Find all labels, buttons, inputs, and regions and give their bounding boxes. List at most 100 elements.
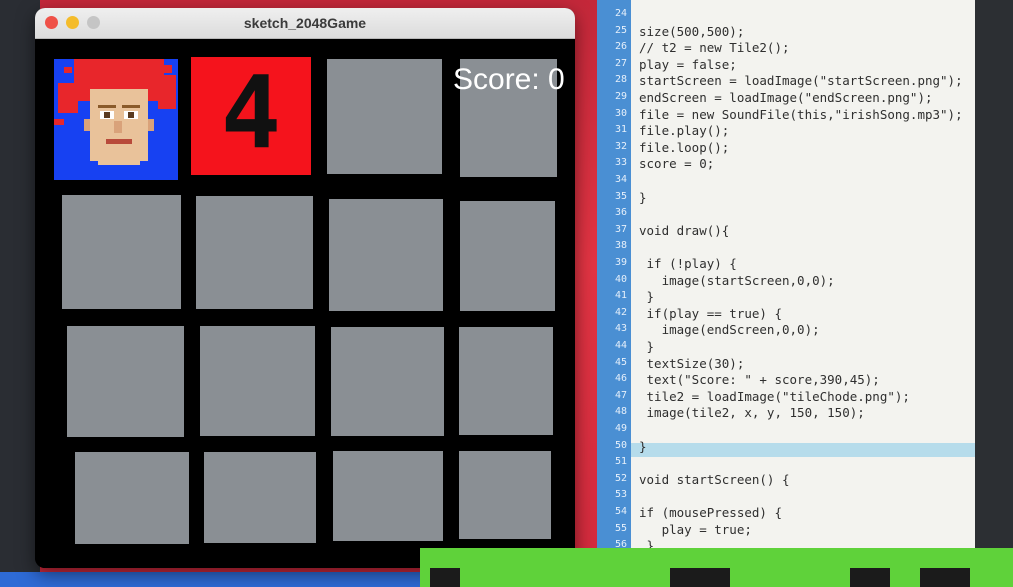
line-number: 55 xyxy=(614,522,627,534)
code-line[interactable]: 34 xyxy=(597,172,975,189)
line-number: 26 xyxy=(614,41,627,53)
line-number: 38 xyxy=(614,240,627,252)
code-line[interactable]: 32 file.loop(); xyxy=(597,139,975,156)
code-line[interactable]: 44 } xyxy=(597,338,975,355)
code-text: // t2 = new Tile2(); xyxy=(639,40,790,56)
tile-r2-c2 xyxy=(196,196,313,309)
code-line[interactable]: 52 void startScreen() { xyxy=(597,471,975,488)
code-text: endScreen = loadImage("endScreen.png"); xyxy=(639,90,933,105)
line-number: 37 xyxy=(614,223,627,235)
code-editor[interactable]: 24 25 size(500,500); 26 // t2 = new Tile2();… xyxy=(597,0,975,572)
tile-r3-c3 xyxy=(331,327,444,436)
code-line[interactable]: 54 if (mousePressed) { xyxy=(597,504,975,521)
code-line[interactable]: 29 endScreen = loadImage("endScreen.png")… xyxy=(597,89,975,106)
code-text: if(play == true) { xyxy=(639,305,782,321)
line-number: 51 xyxy=(614,456,627,468)
line-number: 50 xyxy=(614,439,627,451)
game-canvas[interactable]: 4 Score: 0 xyxy=(35,39,575,568)
code-text: tile2 = loadImage("tileChode.png"); xyxy=(639,388,910,404)
code-line[interactable]: 42 if(play == true) { xyxy=(597,305,975,322)
code-line[interactable]: 31 file.play(); xyxy=(597,122,975,139)
line-number: 47 xyxy=(614,389,627,401)
background-green-sign xyxy=(420,548,1013,587)
sketch-window: sketch_2048Game 4 Score: 0 xyxy=(35,8,575,568)
code-text: image(tile2, x, y, 150, 150); xyxy=(639,405,865,421)
code-line[interactable]: 39 if (!play) { xyxy=(597,255,975,272)
line-number: 44 xyxy=(614,340,627,351)
desktop-dark-strip xyxy=(0,0,40,587)
tile-r1-c3 xyxy=(327,59,442,174)
code-line[interactable]: 26 // t2 = new Tile2(); xyxy=(597,39,975,56)
line-number: 49 xyxy=(614,423,627,434)
code-line[interactable]: 51 xyxy=(597,454,975,471)
line-number: 54 xyxy=(614,506,627,517)
code-line[interactable]: 38 xyxy=(597,238,975,255)
code-line[interactable]: 53 xyxy=(597,487,975,504)
tile-r3-c2 xyxy=(200,326,315,436)
line-number: 48 xyxy=(614,406,627,418)
code-line[interactable]: 49 xyxy=(597,421,975,438)
code-text: file = new SoundFile(this,"irishSong.mp3… xyxy=(639,106,963,122)
code-line[interactable]: 35} xyxy=(597,189,975,206)
line-number: 33 xyxy=(614,157,627,169)
line-number: 24 xyxy=(614,8,627,19)
code-text: play = true; xyxy=(639,521,752,537)
line-number: 29 xyxy=(614,91,627,102)
code-line[interactable]: 47 tile2 = loadImage("tileChode.png"); xyxy=(597,388,975,405)
score-text: Score: 0 xyxy=(453,63,565,96)
code-line[interactable]: 27 play = false; xyxy=(597,56,975,73)
code-text: } xyxy=(639,438,647,454)
code-line[interactable]: 43 image(endScreen,0,0); xyxy=(597,321,975,338)
face-icon xyxy=(54,59,176,165)
code-text: } xyxy=(639,189,647,205)
code-line[interactable]: 25 size(500,500); xyxy=(597,23,975,40)
tile-r2-c3 xyxy=(329,199,443,311)
tile-r3-c1 xyxy=(67,326,184,437)
code-line[interactable]: 37 void draw(){ xyxy=(597,222,975,239)
code-line[interactable]: 33 score = 0; xyxy=(597,155,975,172)
code-line[interactable]: 41 } xyxy=(597,288,975,305)
line-number: 31 xyxy=(614,124,627,136)
tile-red: 4 xyxy=(191,57,311,175)
code-text: textSize(30); xyxy=(639,355,745,371)
code-line[interactable]: 50} xyxy=(597,438,975,455)
code-text: file.play(); xyxy=(639,123,730,139)
tile-r3-c4 xyxy=(459,327,553,435)
line-number: 40 xyxy=(614,273,627,285)
tile-value: 4 xyxy=(220,54,282,171)
code-text: score = 0; xyxy=(639,156,715,172)
tile-r4-c1 xyxy=(75,452,189,544)
code-text: startScreen = loadImage("startScreen.png… xyxy=(639,73,963,89)
line-number: 27 xyxy=(614,57,627,69)
window-titlebar[interactable]: sketch_2048Game xyxy=(35,8,575,39)
code-line[interactable]: 48 image(tile2, x, y, 150, 150); xyxy=(597,404,975,421)
code-line[interactable]: 40 image(startScreen,0,0); xyxy=(597,272,975,289)
line-number: 41 xyxy=(614,290,627,302)
line-number: 42 xyxy=(614,306,627,318)
line-number: 34 xyxy=(614,174,627,185)
window-title: sketch_2048Game xyxy=(243,15,367,31)
line-number: 25 xyxy=(614,24,627,36)
code-text: file.loop(); xyxy=(639,139,730,155)
code-line[interactable]: 24 xyxy=(597,6,975,23)
background-dark-panel xyxy=(975,0,1013,587)
code-line[interactable]: 28 startScreen = loadImage("startScreen.p… xyxy=(597,72,975,89)
code-line[interactable]: 46 text("Score: " + score,390,45); xyxy=(597,371,975,388)
tile-r2-c1 xyxy=(62,195,181,309)
code-text: play = false; xyxy=(639,56,737,72)
line-number: 35 xyxy=(614,190,627,202)
tile-r4-c2 xyxy=(204,452,316,543)
code-line[interactable]: 30 file = new SoundFile(this,"irishSong.m… xyxy=(597,106,975,123)
tile-r2-c4 xyxy=(460,201,555,311)
line-number: 39 xyxy=(614,257,627,268)
line-number: 46 xyxy=(614,373,627,385)
code-line[interactable]: 45 textSize(30); xyxy=(597,355,975,372)
line-number: 36 xyxy=(614,207,627,219)
code-line[interactable]: 36 xyxy=(597,205,975,222)
code-text: void startScreen() { xyxy=(639,471,790,487)
line-number: 30 xyxy=(614,107,627,119)
code-line[interactable]: 55 play = true; xyxy=(597,521,975,538)
code-text: image(endScreen,0,0); xyxy=(639,322,820,338)
code-text: if (!play) { xyxy=(639,256,737,271)
code-text: if (mousePressed) { xyxy=(639,505,782,520)
